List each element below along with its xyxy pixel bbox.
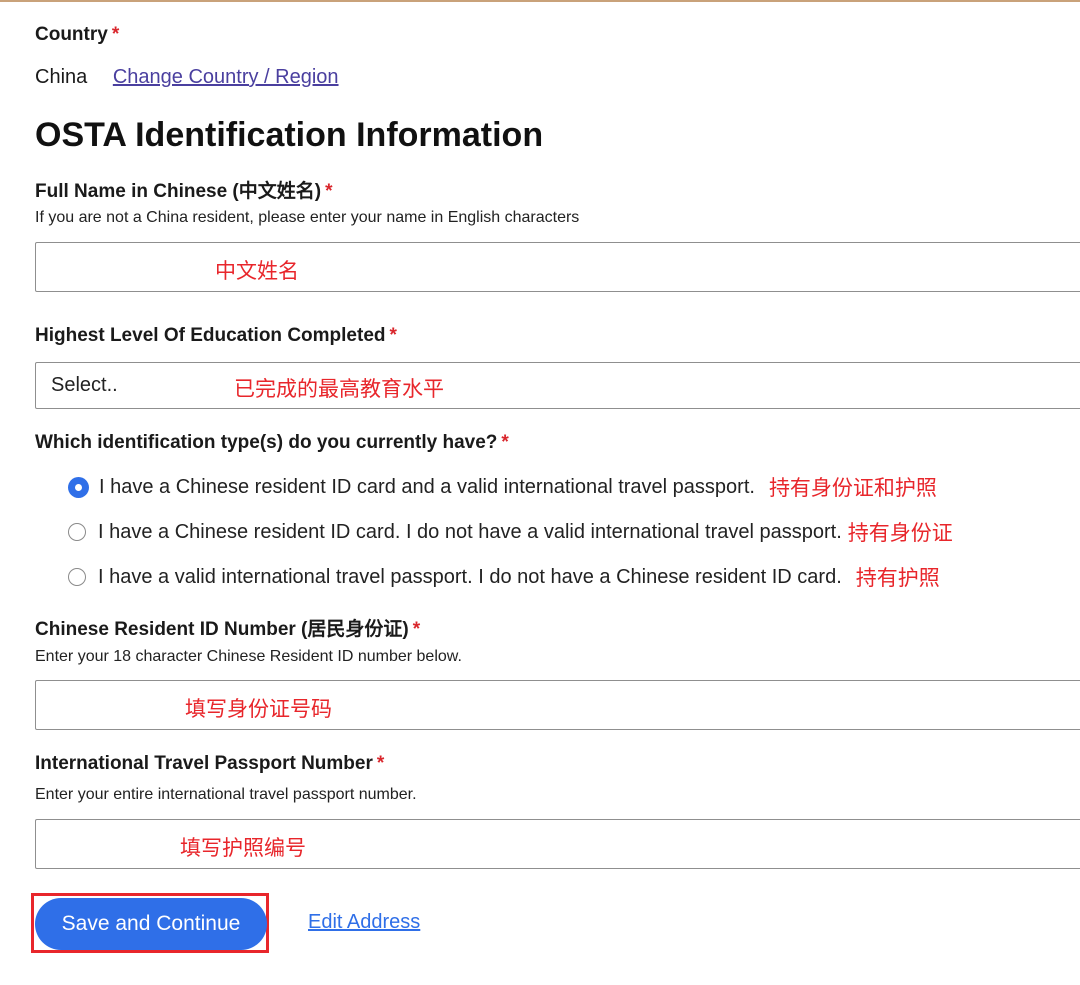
country-value: China <box>35 66 88 88</box>
required-asterisk: * <box>412 619 421 640</box>
full-name-help: If you are not a China resident, please … <box>35 209 580 226</box>
education-annotation: 已完成的最高教育水平 <box>234 378 444 401</box>
full-name-label-text: Full Name in Chinese (中文姓名) <box>35 181 322 202</box>
id-type-label-text: Which identification type(s) do you curr… <box>35 432 498 453</box>
education-label-text: Highest Level Of Education Completed <box>35 325 386 346</box>
radio-label: I have a Chinese resident ID card. I do … <box>98 520 842 543</box>
radio-annotation: 持有身份证和护照 <box>768 477 937 500</box>
country-row: China Change Country / Region <box>35 66 339 89</box>
passport-label: International Travel Passport Number * <box>35 753 384 775</box>
radio-unchecked-icon[interactable] <box>68 523 86 541</box>
education-select-value: Select.. <box>51 374 118 396</box>
full-name-annotation: 中文姓名 <box>215 260 299 283</box>
radio-label: I have a Chinese resident ID card and a … <box>99 475 755 498</box>
top-divider <box>0 0 1080 2</box>
required-asterisk: * <box>325 181 333 202</box>
resident-id-label: Chinese Resident ID Number (居民身份证) * <box>35 614 420 641</box>
section-title: OSTA Identification Information <box>35 116 544 154</box>
full-name-input[interactable] <box>35 242 1080 292</box>
radio-unchecked-icon[interactable] <box>68 568 86 586</box>
resident-id-annotation: 填写身份证号码 <box>185 698 332 721</box>
education-label: Highest Level Of Education Completed * <box>35 325 397 347</box>
resident-id-help: Enter your 18 character Chinese Resident… <box>35 648 462 665</box>
passport-help: Enter your entire international travel p… <box>35 786 417 803</box>
id-type-option-both[interactable]: I have a Chinese resident ID card and a … <box>68 472 937 502</box>
required-asterisk: * <box>389 325 397 346</box>
radio-label: I have a valid international travel pass… <box>98 565 842 588</box>
id-type-option-id-only[interactable]: I have a Chinese resident ID card. I do … <box>68 517 953 547</box>
passport-label-text: International Travel Passport Number <box>35 753 373 774</box>
edit-address-link[interactable]: Edit Address <box>308 911 420 934</box>
education-select[interactable]: Select.. <box>35 362 1080 409</box>
resident-id-label-text: Chinese Resident ID Number (居民身份证) <box>35 619 409 640</box>
save-and-continue-button[interactable]: Save and Continue <box>35 898 267 950</box>
country-label-text: Country <box>35 24 108 45</box>
change-country-link[interactable]: Change Country / Region <box>113 66 339 88</box>
id-type-label: Which identification type(s) do you curr… <box>35 432 509 454</box>
full-name-label: Full Name in Chinese (中文姓名) * <box>35 176 333 203</box>
radio-annotation: 持有护照 <box>855 567 940 590</box>
required-asterisk: * <box>376 753 385 774</box>
radio-annotation: 持有身份证 <box>847 522 953 545</box>
country-label: Country * <box>35 24 119 46</box>
id-type-option-passport-only[interactable]: I have a valid international travel pass… <box>68 562 940 592</box>
required-asterisk: * <box>111 24 120 45</box>
passport-annotation: 填写护照编号 <box>180 837 306 860</box>
required-asterisk: * <box>501 432 509 453</box>
radio-checked-icon[interactable] <box>68 476 89 498</box>
